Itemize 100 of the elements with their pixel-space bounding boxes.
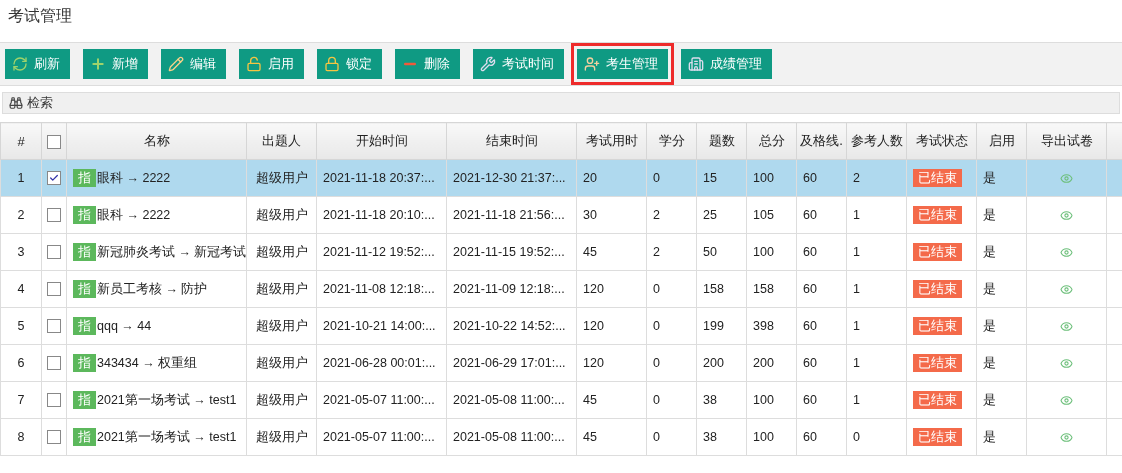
table-cell: 超级用户	[246, 196, 317, 234]
table-cell: 60	[796, 344, 847, 382]
table-cell: 超级用户	[246, 270, 317, 308]
column-header: 考试用时	[576, 122, 647, 160]
table-cell: 是	[976, 307, 1027, 345]
checkbox[interactable]	[47, 171, 61, 186]
tag: 指	[73, 168, 96, 187]
table-row[interactable]: 2 指 眼科 → 2222 超级用户 2021-11-18 20:10:... 2021-11-18 21:56:... 30 2 25 105 60 1 已结束 是	[0, 196, 1122, 234]
toolbar-button[interactable]: 刷新	[5, 49, 70, 79]
table-cell: 60	[796, 196, 847, 234]
table-cell: 1	[846, 196, 907, 234]
table-cell: 是	[976, 418, 1027, 456]
status-badge: 已结束	[913, 353, 962, 372]
toolbar-button[interactable]: 新增	[83, 49, 148, 79]
table-cell: 2021-11-08 12:18:...	[316, 270, 447, 308]
toolbar-button[interactable]: 编辑	[161, 49, 226, 79]
table-cell: 2021-11-18 21:56:...	[446, 196, 577, 234]
eye-icon[interactable]	[1060, 394, 1073, 408]
checkbox[interactable]	[47, 282, 61, 297]
search-label: 检索	[27, 94, 53, 112]
table-cell: 38	[696, 418, 747, 456]
table-cell: 超级用户	[246, 159, 317, 197]
tag: 指	[73, 390, 96, 409]
lock-icon	[324, 56, 340, 72]
table-row[interactable]: 8 指 2021第一场考试 → test1 超级用户 2021-05-07 11:00:... 2021-05-08 11:00:... 45 0 38 100 60 0 已结束 是	[0, 418, 1122, 456]
refresh-icon	[12, 56, 28, 72]
checkbox[interactable]	[47, 134, 61, 149]
checkbox[interactable]	[47, 208, 61, 223]
search-bar[interactable]: 检索	[2, 92, 1120, 114]
table-row[interactable]: 5 指 qqq → 44 超级用户 2021-10-21 14:00:... 2021-10-22 14:52:... 120 0 199 398 60 1 已结束 是	[0, 307, 1122, 345]
table-cell: 60	[796, 381, 847, 419]
table-cell: 0	[646, 418, 697, 456]
table-row[interactable]: 6 指 343434 → 权重组 超级用户 2021-06-28 00:01:... 2021-06-29 17:01:... 120 0 200 200 60 1 已结束 是	[0, 344, 1122, 382]
checkbox[interactable]	[47, 245, 61, 260]
table-cell: 超级用户	[246, 418, 317, 456]
toolbar-button[interactable]: 删除	[395, 49, 460, 79]
table-cell: 0	[646, 381, 697, 419]
table-cell: 2021-06-29 17:01:...	[446, 344, 577, 382]
eye-icon[interactable]	[1060, 209, 1073, 223]
table-row[interactable]: 4 指 新员工考核 → 防护 超级用户 2021-11-08 12:18:... 2021-11-09 12:18:... 120 0 158 158 60 1 已结束 是	[0, 270, 1122, 308]
table-cell: 2021-11-15 19:52:...	[446, 233, 577, 271]
unlock-icon	[246, 56, 262, 72]
eye-icon[interactable]	[1060, 431, 1073, 445]
table-cell: 1	[846, 270, 907, 308]
toolbar-button[interactable]: 考生管理	[577, 49, 668, 79]
check-icon	[49, 173, 59, 184]
table-cell: 199	[696, 307, 747, 345]
table-cell: 60	[796, 418, 847, 456]
table-cell: 5	[0, 307, 42, 345]
status-badge: 已结束	[913, 168, 962, 187]
table-row[interactable]: 1 指 眼科 → 2222 超级用户 2021-11-18 20:37:... 2021-12-30 21:37:... 20 0 15 100 60 2 已结束 是	[0, 159, 1122, 197]
toolbar-button[interactable]: 成绩管理	[681, 49, 772, 79]
table-cell: 4	[0, 270, 42, 308]
exam-name: 眼科 → 2222	[97, 170, 171, 185]
table-cell: 30	[576, 196, 647, 234]
table-cell: 2021-05-07 11:00:...	[316, 418, 447, 456]
eye-icon[interactable]	[1060, 246, 1073, 260]
table-cell: 158	[746, 270, 797, 308]
table-cell: 60	[796, 270, 847, 308]
table-cell: 0	[646, 159, 697, 197]
toolbar-button[interactable]: 启用	[239, 49, 304, 79]
table-cell: 2	[646, 196, 697, 234]
table-cell: 超级用户	[246, 381, 317, 419]
column-header: 导出试卷	[1026, 122, 1107, 160]
checkbox[interactable]	[47, 356, 61, 371]
checkbox[interactable]	[47, 393, 61, 408]
table-cell: 100	[746, 233, 797, 271]
table-row[interactable]: 3 指 新冠肺炎考试 → 新冠考试 超级用户 2021-11-12 19:52:... 2021-11-15 19:52:... 45 2 50 100 60 1 已结束 是	[0, 233, 1122, 271]
toolbar-button[interactable]: 考试时间	[473, 49, 564, 79]
eye-icon[interactable]	[1060, 320, 1073, 334]
table-cell: 超级用户	[246, 233, 317, 271]
page-title: 考试管理	[7, 6, 73, 26]
table-cell: 2021-12-30 21:37:...	[446, 159, 577, 197]
table-cell: 105	[746, 196, 797, 234]
eye-icon[interactable]	[1060, 357, 1073, 371]
table-cell: 120	[576, 270, 647, 308]
table-cell: 6	[0, 344, 42, 382]
checkbox[interactable]	[47, 430, 61, 445]
status-badge: 已结束	[913, 242, 962, 261]
tag: 指	[73, 427, 96, 446]
table-cell: 1	[846, 307, 907, 345]
table-cell: 8	[0, 418, 42, 456]
table-cell: 0	[646, 307, 697, 345]
table-cell: 120	[576, 344, 647, 382]
table-cell: 15	[696, 159, 747, 197]
column-header: 及格线.	[796, 122, 847, 160]
eye-icon[interactable]	[1060, 283, 1073, 297]
table-cell: 1	[846, 233, 907, 271]
column-header: 名称	[66, 122, 247, 160]
toolbar-button[interactable]: 锁定	[317, 49, 382, 79]
table-cell: 200	[746, 344, 797, 382]
tag: 指	[73, 205, 96, 224]
table-cell: 2021-10-22 14:52:...	[446, 307, 577, 345]
checkbox[interactable]	[47, 319, 61, 334]
exam-name: 眼科 → 2222	[97, 207, 171, 222]
table-cell: 100	[746, 381, 797, 419]
table-cell: 2021-06-28 00:01:...	[316, 344, 447, 382]
table-cell: 0	[846, 418, 907, 456]
exam-name: 343434 → 权重组	[97, 355, 198, 370]
table-row[interactable]: 7 指 2021第一场考试 → test1 超级用户 2021-05-07 11:00:... 2021-05-08 11:00:... 45 0 38 100 60 1 已结束 是	[0, 381, 1122, 419]
